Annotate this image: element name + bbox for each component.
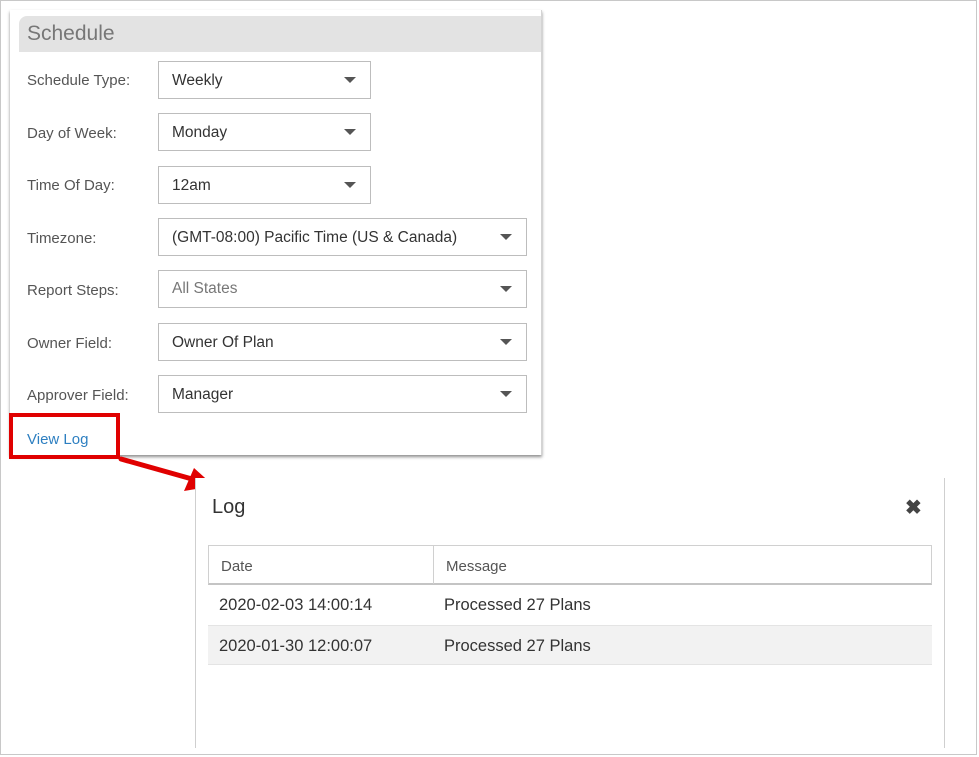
- column-divider: [433, 546, 434, 584]
- report-steps-label: Report Steps:: [27, 282, 119, 299]
- schedule-type-select[interactable]: Weekly: [158, 61, 371, 99]
- day-of-week-value: Monday: [172, 124, 228, 141]
- close-icon[interactable]: ✖: [905, 495, 922, 520]
- chevron-down-icon: [344, 182, 356, 188]
- table-row: 2020-01-30 12:00:07 Processed 27 Plans: [208, 625, 932, 665]
- report-steps-select[interactable]: All States: [158, 270, 527, 308]
- approver-field-select[interactable]: Manager: [158, 375, 527, 413]
- log-table: Date Message 2020-02-03 14:00:14 Process…: [208, 545, 932, 665]
- approver-field-value: Manager: [172, 386, 234, 403]
- table-row: 2020-02-03 14:00:14 Processed 27 Plans: [208, 585, 932, 625]
- approver-field-label: Approver Field:: [27, 387, 129, 404]
- chevron-down-icon: [344, 77, 356, 83]
- schedule-header: Schedule: [19, 16, 541, 52]
- highlight-box: [9, 413, 120, 459]
- day-of-week-select[interactable]: Monday: [158, 113, 371, 151]
- chevron-down-icon: [500, 339, 512, 345]
- chevron-down-icon: [500, 286, 512, 292]
- owner-field-value: Owner Of Plan: [172, 334, 274, 351]
- column-header-message[interactable]: Message: [446, 558, 507, 575]
- schedule-title: Schedule: [27, 22, 115, 45]
- row-message: Processed 27 Plans: [444, 637, 591, 655]
- timezone-select[interactable]: (GMT-08:00) Pacific Time (US & Canada): [158, 218, 527, 256]
- log-dialog: Log ✖ Date Message 2020-02-03 14:00:14 P…: [195, 478, 945, 748]
- chevron-down-icon: [500, 234, 512, 240]
- owner-field-select[interactable]: Owner Of Plan: [158, 323, 527, 361]
- row-date: 2020-02-03 14:00:14: [219, 596, 373, 614]
- log-title: Log: [212, 496, 246, 518]
- row-message: Processed 27 Plans: [444, 596, 591, 614]
- log-table-header: Date Message: [208, 545, 932, 585]
- row-date: 2020-01-30 12:00:07: [219, 637, 373, 655]
- schedule-type-label: Schedule Type:: [27, 72, 131, 89]
- day-of-week-label: Day of Week:: [27, 125, 117, 142]
- time-of-day-label: Time Of Day:: [27, 177, 115, 194]
- owner-field-label: Owner Field:: [27, 335, 113, 352]
- time-of-day-value: 12am: [172, 177, 211, 194]
- schedule-panel: Schedule Schedule Type: Weekly Day of We…: [10, 10, 542, 455]
- time-of-day-select[interactable]: 12am: [158, 166, 371, 204]
- schedule-type-value: Weekly: [172, 72, 223, 89]
- timezone-value: (GMT-08:00) Pacific Time (US & Canada): [172, 229, 458, 246]
- column-header-date[interactable]: Date: [221, 558, 253, 575]
- timezone-label: Timezone:: [27, 230, 97, 247]
- chevron-down-icon: [500, 391, 512, 397]
- chevron-down-icon: [344, 129, 356, 135]
- report-steps-value: All States: [172, 280, 238, 297]
